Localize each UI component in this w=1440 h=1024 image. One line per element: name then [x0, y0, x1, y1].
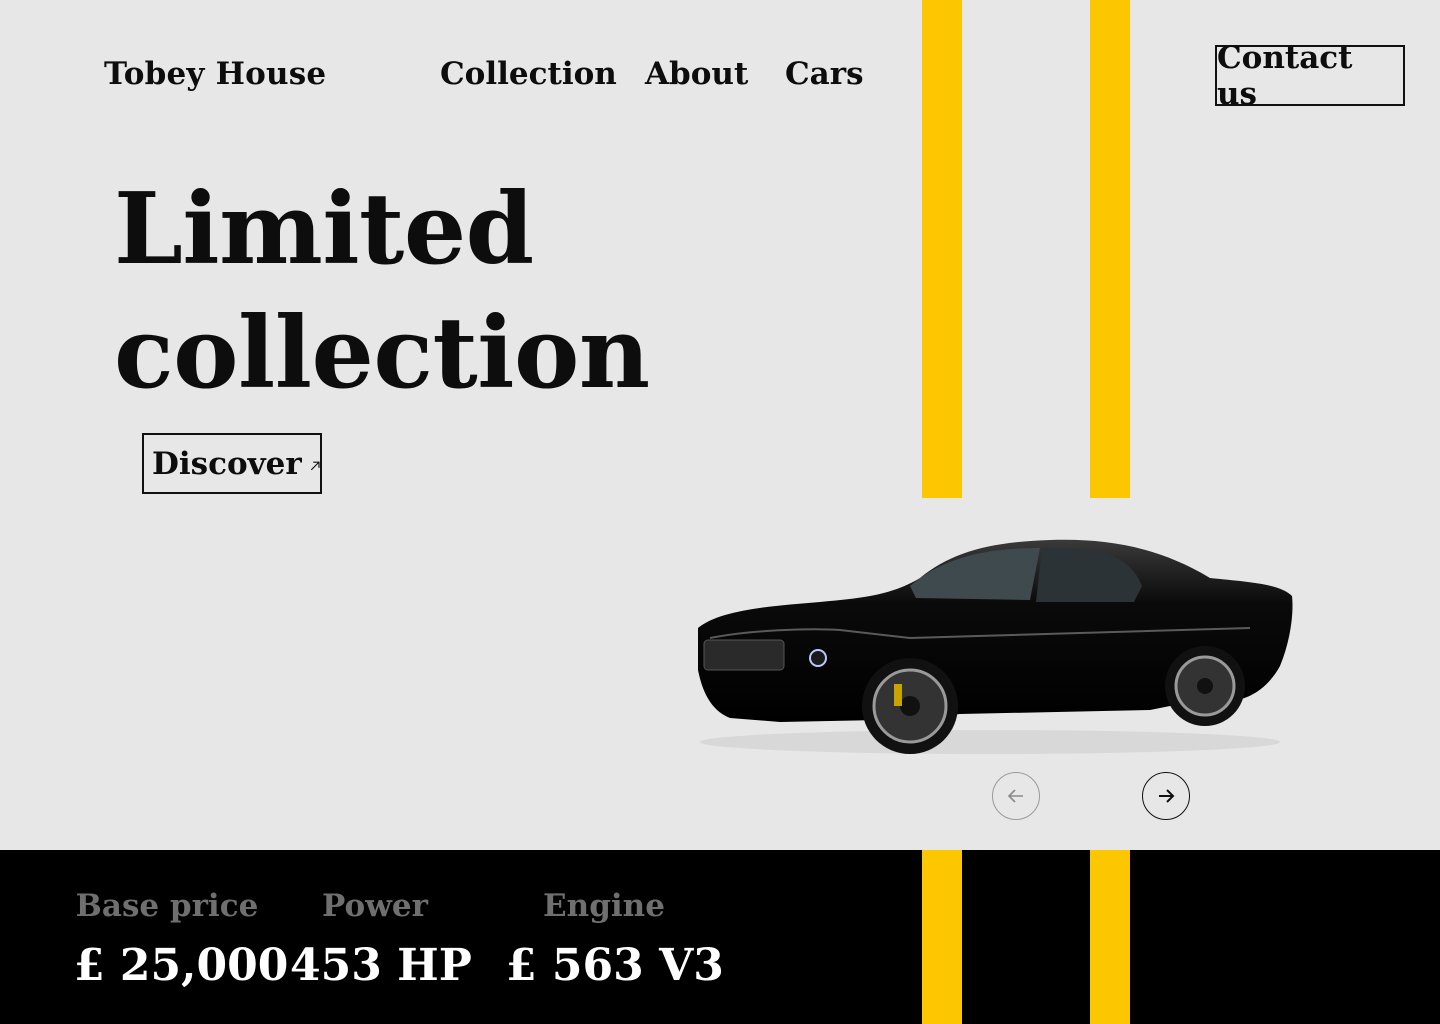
nav-cars[interactable]: Cars — [785, 56, 864, 92]
brand-logo[interactable]: Tobey House — [104, 56, 326, 92]
footer-stripe-right — [1090, 850, 1130, 1024]
spec-label: Engine — [543, 888, 665, 924]
spec-engine: Engine £ 563 V3 — [506, 886, 724, 994]
accent-stripe-right — [1090, 0, 1130, 498]
carousel-prev-button[interactable] — [992, 772, 1040, 820]
spec-value: £ 563 V3 — [506, 940, 724, 991]
car-image — [698, 539, 1293, 754]
spec-base-price: Base price £ 25,000 — [74, 886, 289, 994]
spec-value: 453 HP — [290, 940, 472, 991]
hero-title-line-1: Limited — [114, 172, 534, 287]
carousel-next-button[interactable] — [1142, 772, 1190, 820]
specs-bar: Base price £ 25,000 Power 453 HP Engine … — [0, 850, 1440, 1024]
discover-button[interactable]: Discover — [142, 433, 322, 494]
spec-power: Power 453 HP — [290, 886, 472, 994]
arrow-right-icon — [1159, 789, 1175, 803]
contact-button-label: Contact us — [1217, 39, 1353, 112]
spec-label: Base price — [75, 888, 259, 924]
discover-button-label: Discover — [152, 445, 302, 482]
spec-value: £ 25,000 — [74, 940, 289, 991]
arrow-up-right-icon — [310, 461, 320, 470]
hero-title: Limited collection — [114, 168, 714, 416]
nav-collection[interactable]: Collection — [440, 56, 617, 92]
spec-label: Power — [322, 888, 428, 924]
accent-stripe-left — [922, 0, 962, 498]
contact-button[interactable]: Contact us — [1215, 40, 1405, 112]
nav-about[interactable]: About — [645, 56, 748, 92]
arrow-left-icon — [1007, 789, 1023, 803]
hero-title-line-2: collection — [114, 296, 650, 411]
footer-stripe-left — [922, 850, 962, 1024]
